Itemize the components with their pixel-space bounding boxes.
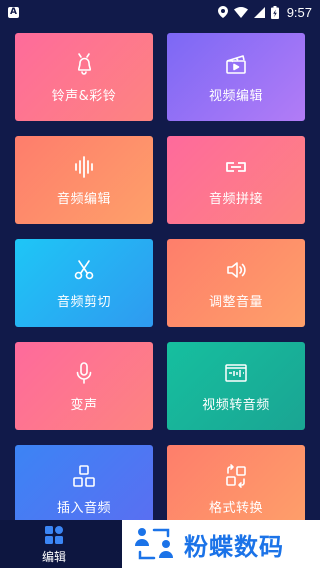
- tile-audio-merge[interactable]: 音频拼接: [167, 136, 305, 224]
- tool-grid: 铃声&彩铃 视频编辑 音频编辑 音频拼接 音频剪切 调整音量 变声 视频转音频 …: [0, 0, 320, 568]
- nav-tab-edit-label: 编辑: [41, 550, 66, 564]
- video-clapper-icon: [223, 51, 249, 77]
- convert-icon: [223, 463, 249, 489]
- tile-label: 插入音频: [56, 500, 111, 516]
- grid-icon: [45, 526, 63, 544]
- video-to-audio-icon: [223, 360, 249, 386]
- insert-blocks-icon: [71, 463, 97, 489]
- user-sync-icon: [135, 528, 173, 560]
- tile-label: 视频编辑: [208, 88, 263, 104]
- tile-label: 铃声&彩铃: [51, 88, 117, 104]
- tile-label: 音频编辑: [56, 191, 111, 207]
- tile-label: 音频拼接: [208, 191, 263, 207]
- tile-label: 音频剪切: [56, 294, 111, 310]
- tile-video-edit[interactable]: 视频编辑: [167, 33, 305, 121]
- link-icon: [223, 154, 249, 180]
- tile-audio-cut[interactable]: 音频剪切: [15, 239, 153, 327]
- tile-video-to-audio[interactable]: 视频转音频: [167, 342, 305, 430]
- tile-volume[interactable]: 调整音量: [167, 239, 305, 327]
- tile-label: 视频转音频: [202, 397, 270, 413]
- microphone-icon: [71, 360, 97, 386]
- waveform-icon: [71, 154, 97, 180]
- tile-ringtone[interactable]: 铃声&彩铃: [15, 33, 153, 121]
- scissors-icon: [71, 257, 97, 283]
- speaker-icon: [223, 257, 249, 283]
- tile-label: 调整音量: [208, 294, 263, 310]
- brand-watermark: 粉蝶数码: [122, 520, 320, 568]
- tile-label: 格式转换: [208, 500, 263, 516]
- tile-voice-change[interactable]: 变声: [15, 342, 153, 430]
- nav-tab-edit[interactable]: 编辑: [24, 524, 84, 566]
- tile-audio-edit[interactable]: 音频编辑: [15, 136, 153, 224]
- bell-icon: [71, 51, 97, 77]
- brand-text: 粉蝶数码: [184, 532, 284, 561]
- tile-label: 变声: [70, 397, 98, 413]
